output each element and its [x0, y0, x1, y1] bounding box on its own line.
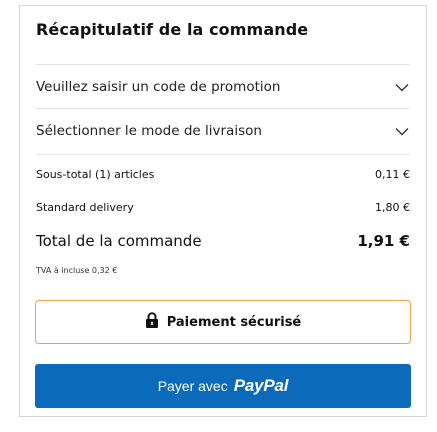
tax-note: TVA à incluse 0,32 € — [36, 266, 118, 275]
promo-code-toggle[interactable]: Veuillez saisir un code de promotion — [36, 69, 410, 105]
divider — [36, 64, 410, 65]
subtotal-value: 0,11 € — [375, 168, 410, 181]
shipping-row: Standard delivery 1,80 € — [36, 201, 410, 214]
subtotal-row: Sous-total (1) articles 0,11 € — [36, 168, 410, 181]
chevron-down-icon — [394, 123, 410, 139]
divider — [36, 154, 410, 155]
secure-payment-button[interactable]: Paiement sécurisé — [35, 300, 411, 344]
lock-icon — [145, 312, 159, 332]
order-total-value: 1,91 € — [357, 232, 410, 250]
paypal-logo: PayPal — [233, 376, 289, 395]
divider — [36, 108, 410, 109]
subtotal-label: Sous-total (1) articles — [36, 168, 155, 181]
delivery-mode-label: Sélectionner le mode de livraison — [36, 123, 262, 139]
order-summary-title: Récapitulatif de la commande — [36, 20, 309, 39]
shipping-value: 1,80 € — [375, 201, 410, 214]
page: Récapitulatif de la commande Veuillez sa… — [0, 0, 437, 432]
shipping-label: Standard delivery — [36, 201, 134, 214]
order-total-row: Total de la commande 1,91 € — [36, 232, 410, 250]
paypal-prefix-label: Payer avec — [157, 378, 228, 394]
order-total-label: Total de la commande — [36, 232, 202, 250]
order-summary-card: Récapitulatif de la commande Veuillez sa… — [19, 5, 427, 417]
secure-payment-label: Paiement sécurisé — [166, 314, 302, 330]
delivery-mode-toggle[interactable]: Sélectionner le mode de livraison — [36, 113, 410, 149]
chevron-down-icon — [394, 79, 410, 95]
paypal-button[interactable]: Payer avec PayPal — [35, 364, 411, 408]
promo-code-label: Veuillez saisir un code de promotion — [36, 79, 281, 95]
